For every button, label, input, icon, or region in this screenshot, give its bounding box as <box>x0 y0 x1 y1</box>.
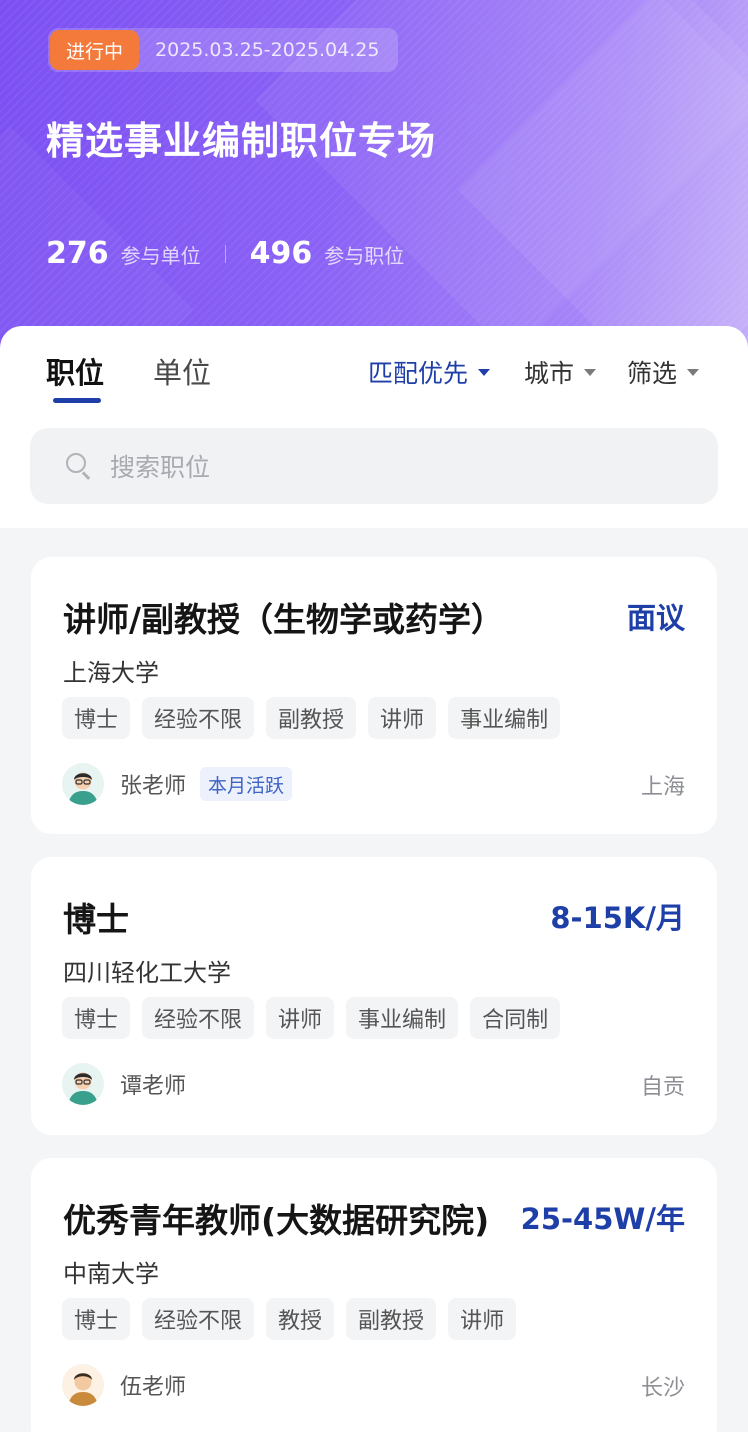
stat-jobs-label: 参与职位 <box>324 244 405 268</box>
caret-down-icon <box>584 368 597 376</box>
stat-divider <box>224 244 226 263</box>
job-tag: 教授 <box>266 1298 335 1340</box>
job-tag: 合同制 <box>470 997 561 1039</box>
filter-dropdown[interactable]: 筛选 <box>627 354 700 390</box>
recruiter-name: 张老师 <box>120 774 187 799</box>
filter-panel: 职位 单位 匹配优先 城市 筛选 搜索职位 <box>0 326 748 528</box>
stat-units-label: 参与单位 <box>120 244 201 268</box>
job-tag: 副教授 <box>346 1298 437 1340</box>
job-title: 优秀青年教师(大数据研究院) <box>63 1201 490 1240</box>
job-salary: 8-15K/月 <box>550 901 685 935</box>
caret-down-icon <box>687 368 700 376</box>
job-tag: 讲师 <box>266 997 335 1039</box>
recruiter-name: 伍老师 <box>120 1375 187 1400</box>
job-tag: 博士 <box>62 697 131 739</box>
hero-banner: 进行中 2025.03.25-2025.04.25 精选事业编制职位专场 276… <box>0 0 748 360</box>
job-card[interactable]: 优秀青年教师(大数据研究院) 25-45W/年 中南大学 博士 经验不限 教授 … <box>31 1158 717 1432</box>
job-card[interactable]: 讲师/副教授（生物学或药学） 面议 上海大学 博士 经验不限 副教授 讲师 事业… <box>31 557 717 834</box>
job-tag: 博士 <box>62 1298 131 1340</box>
job-tags: 博士 经验不限 副教授 讲师 事业编制 <box>62 697 572 739</box>
page-title: 精选事业编制职位专场 <box>46 119 437 163</box>
tab-units[interactable]: 单位 <box>153 350 211 392</box>
search-icon <box>64 451 94 481</box>
job-organization: 四川轻化工大学 <box>63 959 231 987</box>
job-salary: 面议 <box>626 601 685 635</box>
job-city: 自贡 <box>640 1075 685 1100</box>
sort-match-dropdown[interactable]: 匹配优先 <box>368 354 491 390</box>
job-card[interactable]: 博士 8-15K/月 四川轻化工大学 博士 经验不限 讲师 事业编制 合同制 谭… <box>31 857 717 1135</box>
event-stats: 276 参与单位 496 参与职位 <box>46 236 404 271</box>
job-tag: 经验不限 <box>142 997 255 1039</box>
job-tag: 副教授 <box>266 697 357 739</box>
job-tag: 讲师 <box>448 1298 517 1340</box>
job-tag: 讲师 <box>368 697 437 739</box>
recruiter-avatar <box>62 763 104 805</box>
tab-jobs[interactable]: 职位 <box>46 350 104 392</box>
filter-label: 筛选 <box>627 359 678 388</box>
job-city: 长沙 <box>640 1376 685 1401</box>
recruiter-info: 伍老师 <box>62 1364 186 1406</box>
city-label: 城市 <box>524 359 575 388</box>
job-organization: 上海大学 <box>63 659 159 687</box>
city-dropdown[interactable]: 城市 <box>524 354 597 390</box>
job-title: 讲师/副教授（生物学或药学） <box>63 600 505 639</box>
job-tag: 事业编制 <box>448 697 561 739</box>
job-tags: 博士 经验不限 教授 副教授 讲师 <box>62 1298 528 1340</box>
job-salary: 25-45W/年 <box>520 1202 685 1236</box>
job-organization: 中南大学 <box>63 1260 159 1288</box>
search-input[interactable]: 搜索职位 <box>30 428 718 504</box>
recruiter-name: 谭老师 <box>120 1074 187 1099</box>
recruiter-avatar <box>62 1364 104 1406</box>
job-city: 上海 <box>640 775 685 800</box>
status-badge: 进行中 <box>50 30 140 70</box>
search-placeholder: 搜索职位 <box>110 453 211 482</box>
sort-match-label: 匹配优先 <box>368 359 469 388</box>
period-dates: 2025.03.25-2025.04.25 <box>155 39 380 61</box>
stat-units-count: 276 <box>46 236 109 271</box>
activity-badge: 本月活跃 <box>200 767 293 801</box>
recruiter-avatar <box>62 1063 104 1105</box>
recruiter-info: 张老师 本月活跃 <box>62 763 293 805</box>
job-tag: 经验不限 <box>142 697 255 739</box>
recruiter-info: 谭老师 <box>62 1063 186 1105</box>
stat-jobs-count: 496 <box>249 236 313 271</box>
job-tag: 博士 <box>62 997 131 1039</box>
job-title: 博士 <box>63 900 129 939</box>
job-tag: 经验不限 <box>142 1298 255 1340</box>
event-period: 进行中 2025.03.25-2025.04.25 <box>48 28 398 72</box>
job-tags: 博士 经验不限 讲师 事业编制 合同制 <box>62 997 572 1039</box>
job-tag: 事业编制 <box>346 997 459 1039</box>
active-tab-indicator <box>53 398 101 403</box>
caret-down-icon <box>478 368 491 376</box>
